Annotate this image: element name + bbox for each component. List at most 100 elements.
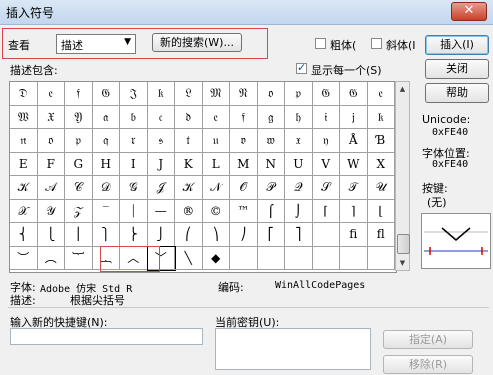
symbol-cell[interactable]: 𝒫 xyxy=(257,176,285,200)
symbol-cell[interactable]: G xyxy=(65,152,93,176)
symbol-cell[interactable]: 𝒴 xyxy=(37,199,65,223)
scroll-thumb[interactable] xyxy=(397,234,410,254)
symbol-cell[interactable] xyxy=(340,246,368,270)
symbol-cell[interactable]: ⏐ xyxy=(120,199,148,223)
symbol-cell[interactable]: ⌡ xyxy=(285,199,313,223)
show-each-once-checkbox[interactable] xyxy=(296,61,307,74)
symbol-cell[interactable] xyxy=(312,223,340,247)
symbol-cell[interactable]: 𝒦 xyxy=(10,176,38,200)
symbol-cell[interactable]: 𝒯 xyxy=(340,176,368,200)
close-window-button[interactable]: ✕ xyxy=(451,2,487,21)
symbol-cell[interactable]: fl xyxy=(367,223,395,247)
symbol-cell[interactable]: 𝒢 xyxy=(120,176,148,200)
symbol-cell[interactable]: ⌊ xyxy=(367,199,395,223)
symbol-grid[interactable]: 𝔇𝔢𝔣𝔊𝔍𝔨𝔏𝔐𝔑𝔬𝔭𝔊𝔊𝔢𝔚𝔛𝔜𝔞𝔟𝔠𝔡𝔢𝔣𝔤𝔥𝔦𝔧𝔨𝔫𝔬𝔭𝔮𝔯𝔰𝔱𝔲𝔳𝔴𝔵𝔶… xyxy=(9,81,397,273)
symbol-cell[interactable]: ⎬ xyxy=(120,223,148,247)
grid-scrollbar[interactable]: ▲ ▼ xyxy=(395,81,410,271)
symbol-cell[interactable]: E xyxy=(10,152,38,176)
symbol-cell[interactable]: 𝔮 xyxy=(92,129,120,153)
remove-button[interactable]: 移除(R) xyxy=(383,355,473,374)
symbol-cell[interactable]: W xyxy=(340,152,368,176)
symbol-cell[interactable]: V xyxy=(312,152,340,176)
symbol-cell[interactable]: 𝔢 xyxy=(367,82,395,106)
symbol-cell[interactable]: 𝒞 xyxy=(65,176,93,200)
symbol-cell[interactable]: ︵ xyxy=(37,246,65,270)
symbol-cell[interactable]: 𝔥 xyxy=(285,105,313,129)
symbol-cell[interactable]: 𝔦 xyxy=(312,105,340,129)
symbol-cell[interactable]: ⎪ xyxy=(65,223,93,247)
symbol-cell[interactable]: J xyxy=(147,152,175,176)
symbol-cell[interactable]: 𝔊 xyxy=(312,82,340,106)
symbol-cell[interactable]: 𝔣 xyxy=(230,105,258,129)
symbol-cell[interactable]: fi xyxy=(340,223,368,247)
scroll-up-icon[interactable]: ▲ xyxy=(396,82,409,96)
symbol-cell[interactable]: ® xyxy=(175,199,203,223)
bold-checkbox[interactable] xyxy=(315,38,326,49)
symbol-cell[interactable]: 𝔛 xyxy=(37,105,65,129)
symbol-cell[interactable]: 𝔊 xyxy=(92,82,120,106)
new-key-input[interactable] xyxy=(10,328,203,345)
symbol-cell[interactable]: 𝒬 xyxy=(285,176,313,200)
italic-checkbox[interactable] xyxy=(371,38,382,49)
scroll-down-icon[interactable]: ▼ xyxy=(396,256,409,270)
symbol-cell[interactable]: ⎤ xyxy=(285,223,313,247)
symbol-cell[interactable]: 𝒳 xyxy=(10,199,38,223)
symbol-cell[interactable]: ⎩ xyxy=(37,223,65,247)
symbol-cell[interactable]: ╲ xyxy=(175,246,203,270)
symbol-cell[interactable]: 𝔧 xyxy=(340,105,368,129)
symbol-cell[interactable]: M xyxy=(230,152,258,176)
symbol-cell[interactable]: N xyxy=(257,152,285,176)
symbol-cell[interactable] xyxy=(230,246,258,270)
symbol-cell[interactable]: ⌉ xyxy=(340,199,368,223)
symbol-cell[interactable]: 𝒪 xyxy=(230,176,258,200)
help-button[interactable]: 帮助 xyxy=(425,83,489,103)
symbol-cell[interactable]: 𝔊 xyxy=(340,82,368,106)
symbol-cell[interactable]: 𝔟 xyxy=(120,105,148,129)
symbol-cell[interactable]: ⎫ xyxy=(92,223,120,247)
symbol-cell[interactable]: 𝔏 xyxy=(175,82,203,106)
symbol-cell[interactable]: 𝒥 xyxy=(147,176,175,200)
symbol-cell[interactable]: K xyxy=(175,152,203,176)
symbol-cell[interactable]: ⌈ xyxy=(312,199,340,223)
symbol-cell[interactable] xyxy=(257,246,285,270)
symbol-cell[interactable]: 𝔴 xyxy=(257,129,285,153)
assign-button[interactable]: 指定(A) xyxy=(383,330,473,349)
symbol-cell[interactable]: 𝔭 xyxy=(285,82,313,106)
symbol-cell[interactable]: F xyxy=(37,152,65,176)
symbol-cell[interactable]: © xyxy=(202,199,230,223)
current-key-list[interactable] xyxy=(215,328,371,370)
symbol-cell[interactable]: 𝔬 xyxy=(257,82,285,106)
symbol-cell[interactable]: 𝒩 xyxy=(202,176,230,200)
symbol-cell[interactable]: 𝔤 xyxy=(257,105,285,129)
symbol-cell[interactable]: ⎡ xyxy=(257,223,285,247)
symbol-cell[interactable]: H xyxy=(92,152,120,176)
symbol-cell[interactable]: ◆ xyxy=(202,246,230,270)
symbol-cell[interactable]: ⎭ xyxy=(147,223,175,247)
symbol-cell[interactable]: 𝔠 xyxy=(147,105,175,129)
symbol-cell[interactable]: 𝒜 xyxy=(37,176,65,200)
symbol-cell[interactable]: I xyxy=(120,152,148,176)
symbol-cell[interactable]: L xyxy=(202,152,230,176)
symbol-cell[interactable]: ⌠ xyxy=(257,199,285,223)
symbol-cell[interactable]: ™ xyxy=(230,199,258,223)
symbol-cell[interactable]: Å xyxy=(340,129,368,153)
close-button[interactable]: 关闭 xyxy=(425,59,489,79)
symbol-cell[interactable]: 𝔨 xyxy=(367,105,395,129)
symbol-cell[interactable]: 𝔯 xyxy=(120,129,148,153)
insert-button[interactable]: 插入(I) xyxy=(425,35,489,55)
symbol-cell[interactable]: ⎛ xyxy=(175,223,203,247)
symbol-cell[interactable]: 𝔑 xyxy=(230,82,258,106)
symbol-cell[interactable]: 𝔢 xyxy=(202,105,230,129)
symbol-cell[interactable]: 𝔰 xyxy=(147,129,175,153)
symbol-cell[interactable]: 𝒟 xyxy=(92,176,120,200)
new-search-button[interactable]: 新的搜索(W)... xyxy=(152,33,242,52)
symbol-cell[interactable]: 𝒦 xyxy=(175,176,203,200)
symbol-cell[interactable]: 𝔶 xyxy=(312,129,340,153)
symbol-cell[interactable] xyxy=(367,246,395,270)
symbol-cell[interactable]: ⎞ xyxy=(202,223,230,247)
symbol-cell[interactable]: 𝔐 xyxy=(202,82,230,106)
symbol-cell[interactable]: U xyxy=(285,152,313,176)
symbol-cell[interactable]: 𝔵 xyxy=(285,129,313,153)
symbol-cell[interactable]: ︸ xyxy=(65,246,93,270)
symbol-cell[interactable]: X xyxy=(367,152,395,176)
